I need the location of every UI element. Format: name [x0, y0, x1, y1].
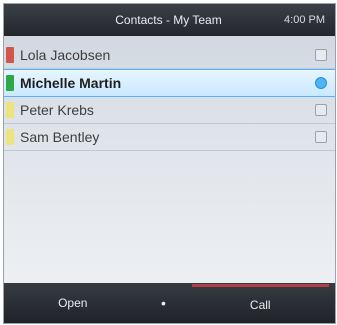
clock: 4:00 PM: [284, 14, 325, 26]
contact-row-lola-jacobsen[interactable]: Lola Jacobsen: [4, 42, 335, 69]
contact-row-peter-krebs[interactable]: Peter Krebs: [4, 97, 335, 124]
phone-screen: Contacts - My Team 4:00 PM Lola Jacobsen…: [3, 3, 336, 324]
contact-name: Peter Krebs: [20, 102, 94, 118]
contact-name: Michelle Martin: [20, 75, 122, 91]
presence-icon: [6, 129, 14, 145]
contact-name: Lola Jacobsen: [20, 47, 111, 63]
contact-row-michelle-martin[interactable]: Michelle Martin: [4, 69, 335, 97]
contacts-list: Lola Jacobsen Michelle Martin Peter Kreb…: [4, 42, 335, 151]
contact-line-icon: [315, 131, 327, 143]
call-button[interactable]: Call: [191, 283, 329, 323]
contact-line-icon: [315, 77, 327, 89]
contact-line-icon: [315, 104, 327, 116]
presence-icon: [6, 47, 14, 63]
contact-line-icon: [315, 49, 327, 61]
title-bar: Contacts - My Team 4:00 PM: [4, 4, 335, 36]
nav-dot-button[interactable]: •: [142, 295, 186, 311]
presence-icon: [6, 75, 14, 91]
softkey-bar: Open • Call: [4, 283, 335, 323]
screen-title: Contacts - My Team: [115, 13, 222, 27]
contact-name: Sam Bentley: [20, 129, 100, 145]
dot-icon: •: [161, 295, 166, 311]
open-button[interactable]: Open: [4, 296, 142, 310]
contact-row-sam-bentley[interactable]: Sam Bentley: [4, 124, 335, 151]
presence-icon: [6, 102, 14, 118]
